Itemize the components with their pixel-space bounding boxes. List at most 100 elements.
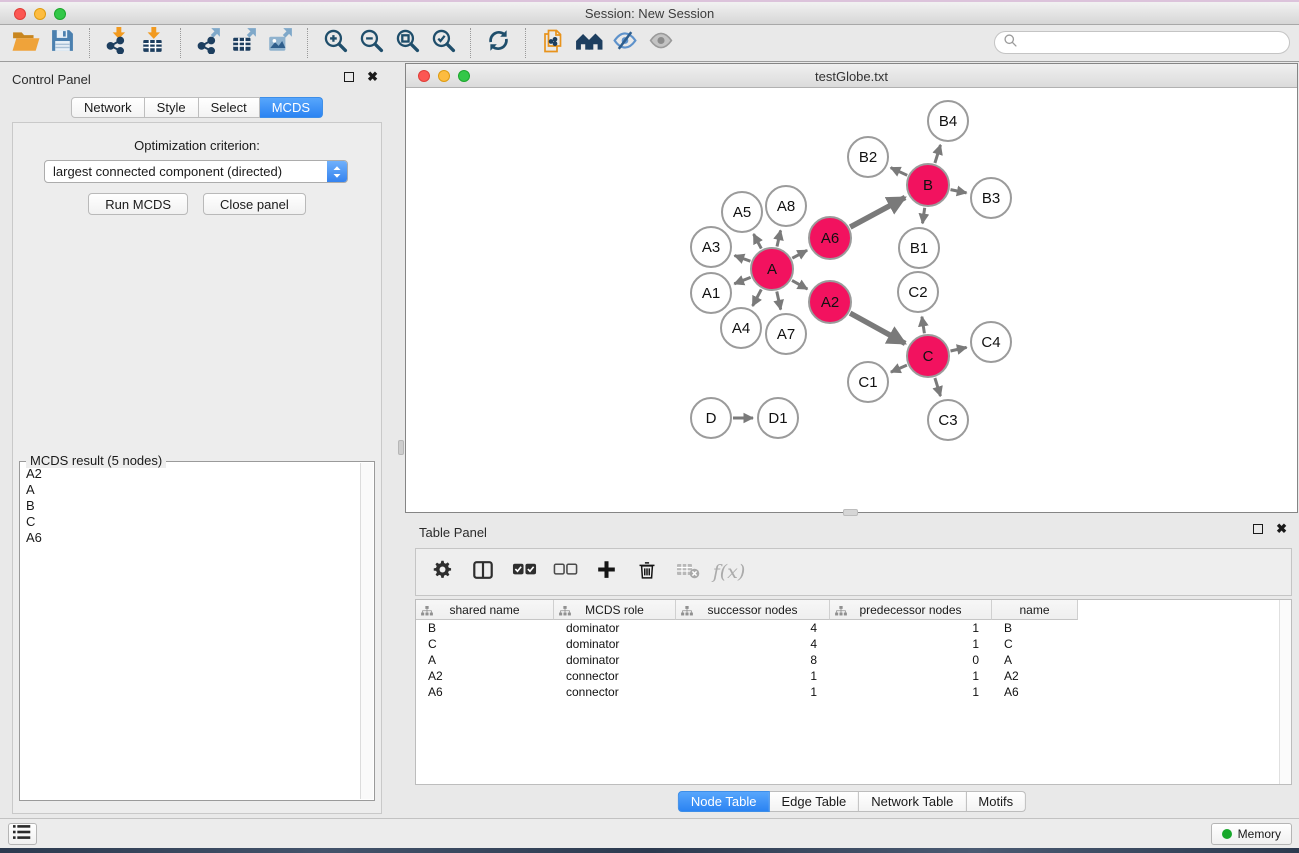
search-input[interactable]: [1018, 33, 1289, 52]
mcds-result-item[interactable]: B: [21, 498, 359, 514]
float-table-panel-icon[interactable]: [1253, 524, 1263, 534]
table-cell: A6: [992, 684, 1078, 700]
open-session-icon: [12, 28, 40, 59]
table-row[interactable]: Bdominator41B: [416, 620, 1291, 636]
zoom-in-button[interactable]: [319, 27, 351, 59]
graph-node-A3[interactable]: A3: [690, 226, 732, 268]
table-tab-edge-table[interactable]: Edge Table: [769, 791, 859, 812]
mcds-result-item[interactable]: A2: [21, 466, 359, 482]
task-history-button[interactable]: [8, 823, 37, 845]
export-network-button[interactable]: [192, 27, 224, 59]
close-panel-icon[interactable]: ✖: [367, 72, 378, 82]
table-cell: 1: [830, 668, 992, 684]
export-table-button[interactable]: [228, 27, 260, 59]
graph-node-A4[interactable]: A4: [720, 307, 762, 349]
cybrowser-home-icon: [575, 29, 603, 58]
delete-columns-button[interactable]: [634, 559, 660, 585]
column-header-name[interactable]: name: [992, 600, 1078, 620]
import-network-button[interactable]: [101, 27, 133, 59]
close-panel-button[interactable]: Close panel: [203, 193, 306, 215]
control-tab-select[interactable]: Select: [199, 97, 260, 118]
table-row[interactable]: A2connector11A2: [416, 668, 1291, 684]
graph-node-B1[interactable]: B1: [898, 227, 940, 269]
optimization-criterion-dropdown[interactable]: largest connected component (directed): [44, 160, 348, 183]
graph-node-A2[interactable]: A2: [808, 280, 852, 324]
graph-node-C3[interactable]: C3: [927, 399, 969, 441]
graph-node-B3[interactable]: B3: [970, 177, 1012, 219]
memory-status-dot: [1222, 829, 1232, 839]
graph-node-B2[interactable]: B2: [847, 136, 889, 178]
memory-button[interactable]: Memory: [1211, 823, 1292, 845]
control-tab-mcds[interactable]: MCDS: [260, 97, 323, 118]
control-tab-network[interactable]: Network: [71, 97, 145, 118]
show-eye-button[interactable]: [645, 27, 677, 59]
graph-node-D1[interactable]: D1: [757, 397, 799, 439]
control-panel-header: Control Panel ✖: [4, 66, 390, 92]
function-builder-button[interactable]: f(x): [716, 559, 742, 585]
graph-node-B[interactable]: B: [906, 163, 950, 207]
new-network-from-selection-button[interactable]: [537, 27, 569, 59]
column-header-shared-name[interactable]: shared name: [416, 600, 554, 620]
mcds-result-list[interactable]: A2ABCA6: [21, 466, 359, 799]
graph-node-C2[interactable]: C2: [897, 271, 939, 313]
open-session-button[interactable]: [10, 27, 42, 59]
graph-node-A1[interactable]: A1: [690, 272, 732, 314]
add-column-button[interactable]: [593, 559, 619, 585]
graph-node-C[interactable]: C: [906, 334, 950, 378]
export-network-icon: [195, 27, 221, 59]
table-cell: A: [416, 652, 554, 668]
graph-node-A5[interactable]: A5: [721, 191, 763, 233]
vertical-splitter-handle[interactable]: [398, 440, 404, 455]
select-all-button[interactable]: [511, 559, 537, 585]
graph-node-B4[interactable]: B4: [927, 100, 969, 142]
delete-table-button[interactable]: [675, 559, 701, 585]
column-header-predecessor-nodes[interactable]: predecessor nodes: [830, 600, 992, 620]
export-image-button[interactable]: [264, 27, 296, 59]
column-header-successor-nodes[interactable]: successor nodes: [676, 600, 830, 620]
hide-graphics-details-button[interactable]: [609, 27, 641, 59]
column-split-button[interactable]: [470, 559, 496, 585]
table-cell: A6: [416, 684, 554, 700]
import-table-button[interactable]: [137, 27, 169, 59]
table-scrollbar[interactable]: [1279, 600, 1291, 784]
table-cell: connector: [554, 684, 676, 700]
mcds-list-scrollbar[interactable]: [360, 463, 373, 799]
graph-node-D[interactable]: D: [690, 397, 732, 439]
graph-node-A6[interactable]: A6: [808, 216, 852, 260]
zoom-selected-button[interactable]: [427, 27, 459, 59]
graph-node-A8[interactable]: A8: [765, 185, 807, 227]
table-cell: 0: [830, 652, 992, 668]
table-tab-network-table[interactable]: Network Table: [859, 791, 966, 812]
close-table-panel-icon[interactable]: ✖: [1276, 524, 1287, 534]
mcds-result-item[interactable]: C: [21, 514, 359, 530]
cybrowser-home-button[interactable]: [573, 27, 605, 59]
network-canvas[interactable]: B4 B2 B B3 A5A8A6 A3 B1 A A1 C2 A2 A4A7 C C4 C1 C3 D D1: [406, 89, 1297, 512]
graph-node-A[interactable]: A: [750, 247, 794, 291]
horizontal-splitter-handle[interactable]: [843, 509, 858, 516]
settings-gear-button[interactable]: [429, 559, 455, 585]
control-tab-style[interactable]: Style: [145, 97, 199, 118]
table-row[interactable]: Cdominator41C: [416, 636, 1291, 652]
graph-node-C1[interactable]: C1: [847, 361, 889, 403]
column-header-MCDS-role[interactable]: MCDS role: [554, 600, 676, 620]
table-cell: dominator: [554, 620, 676, 636]
deselect-all-button[interactable]: [552, 559, 578, 585]
float-panel-icon[interactable]: [344, 72, 354, 82]
refresh-layout-button[interactable]: [482, 27, 514, 59]
mcds-result-item[interactable]: A6: [21, 530, 359, 546]
application-window: Session: New Session Control Panel ✖ Net…: [0, 0, 1299, 853]
zoom-fit-button[interactable]: [391, 27, 423, 59]
save-session-button[interactable]: [46, 27, 78, 59]
table-cell: C: [416, 636, 554, 652]
graph-node-A7[interactable]: A7: [765, 313, 807, 355]
graph-node-C4[interactable]: C4: [970, 321, 1012, 363]
table-tab-node-table[interactable]: Node Table: [678, 791, 770, 812]
search-field[interactable]: [994, 31, 1290, 54]
table-cell: B: [992, 620, 1078, 636]
table-row[interactable]: A6connector11A6: [416, 684, 1291, 700]
zoom-out-button[interactable]: [355, 27, 387, 59]
run-mcds-button[interactable]: Run MCDS: [88, 193, 188, 215]
table-tab-motifs[interactable]: Motifs: [966, 791, 1026, 812]
table-row[interactable]: Adominator80A: [416, 652, 1291, 668]
mcds-result-item[interactable]: A: [21, 482, 359, 498]
